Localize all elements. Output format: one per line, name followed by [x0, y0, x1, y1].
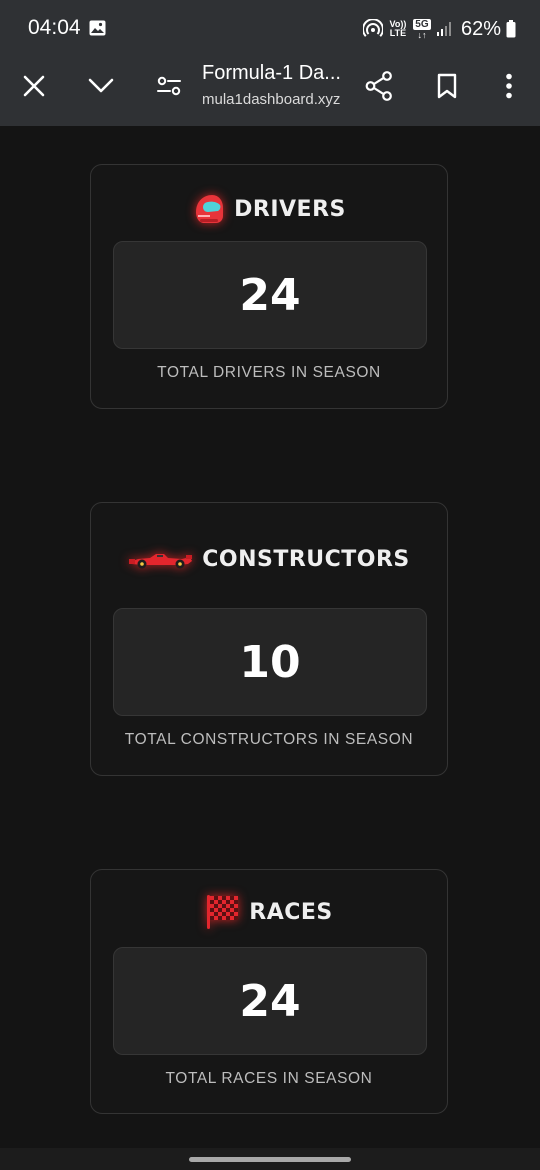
status-bar: 04:04 Vo)) LTE 5G ↓↑ 62%: [0, 0, 540, 58]
hotspot-icon: [362, 19, 383, 37]
card-title: DRIVERS: [234, 196, 346, 222]
helmet-icon: [192, 192, 226, 226]
close-icon[interactable]: [14, 66, 54, 106]
page-title-block[interactable]: Formula-1 Da... mula1dashboard.xyz: [202, 60, 352, 120]
constructors-count: 10: [239, 636, 301, 688]
chevron-down-icon[interactable]: [81, 66, 121, 106]
more-vert-icon[interactable]: [489, 66, 529, 106]
site-settings-icon[interactable]: [149, 66, 189, 106]
checkered-flag-icon: [205, 893, 241, 931]
card-header: DRIVERS: [91, 189, 447, 229]
status-time: 04:04: [28, 16, 81, 39]
battery-icon: [506, 20, 516, 38]
value-box: 10: [113, 608, 427, 716]
constructors-card: CONSTRUCTORS 10 TOTAL CONSTRUCTORS IN SE…: [90, 502, 448, 776]
card-caption: TOTAL CONSTRUCTORS IN SEASON: [124, 731, 414, 748]
card-header: RACES: [91, 892, 447, 932]
status-icons: Vo)) LTE 5G ↓↑ 62%: [362, 14, 516, 44]
browser-toolbar: Formula-1 Da... mula1dashboard.xyz: [0, 58, 540, 126]
page-title: Formula-1 Da...: [202, 62, 341, 84]
signal-icon: [436, 22, 451, 36]
card-caption: TOTAL DRIVERS IN SEASON: [157, 364, 381, 381]
network-label: 5G: [413, 18, 431, 30]
volte-icon: Vo)) LTE: [389, 19, 407, 38]
card-header: CONSTRUCTORS: [91, 539, 447, 579]
value-box: 24: [113, 241, 427, 349]
bookmark-icon[interactable]: [427, 66, 467, 106]
card-title: CONSTRUCTORS: [202, 546, 410, 572]
drivers-count: 24: [239, 269, 301, 321]
page-url: mula1dashboard.xyz: [202, 91, 341, 108]
race-car-icon: [128, 547, 194, 571]
drivers-card: DRIVERS 24 TOTAL DRIVERS IN SEASON: [90, 164, 448, 409]
home-indicator[interactable]: [189, 1157, 351, 1162]
share-icon[interactable]: [358, 66, 400, 106]
5g-icon: 5G ↓↑: [413, 18, 431, 40]
card-title: RACES: [249, 899, 333, 925]
card-caption: TOTAL RACES IN SEASON: [165, 1070, 373, 1087]
value-box: 24: [113, 947, 427, 1055]
races-card: RACES 24 TOTAL RACES IN SEASON: [90, 869, 448, 1114]
battery-percent: 62%: [460, 17, 501, 40]
races-count: 24: [239, 975, 301, 1027]
gallery-icon: [89, 20, 106, 36]
